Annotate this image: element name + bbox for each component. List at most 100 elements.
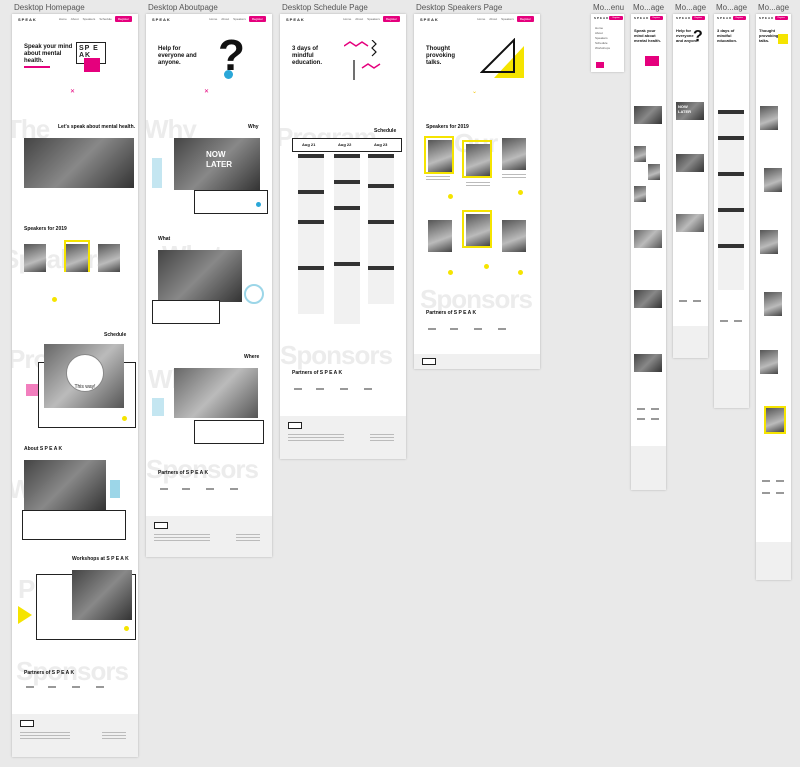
speaker-more-6[interactable] [518,270,523,275]
partner-logo-4[interactable] [364,388,372,390]
partner-logo-4[interactable] [776,492,784,494]
partner-logo-2[interactable] [182,488,190,490]
nav-register-button[interactable]: Register [114,16,132,22]
schedule-more-arrow[interactable] [122,416,127,421]
nav-link-home[interactable]: Home [477,17,485,21]
partner-logo-1[interactable] [428,328,436,330]
artboard-schedule[interactable]: SPEAK Home About Speakers Register 3 day… [280,14,406,459]
artboard-speakers[interactable]: SPEAK Home About Speakers Register Thoug… [414,14,540,369]
partner-logo-2[interactable] [316,388,324,390]
speaker-more-4[interactable] [448,270,453,275]
scroll-down-icon[interactable]: ✕ [204,88,209,95]
footer-logo[interactable] [154,522,168,529]
partner-logo-1[interactable] [637,408,645,410]
partner-logo-4[interactable] [651,418,659,420]
nav-link-home[interactable]: Home [209,17,217,21]
speakers-more-arrow[interactable] [52,297,57,302]
nav-link-speakers[interactable]: Speakers [501,17,514,21]
menu-item-workshops[interactable]: Workshops [595,46,610,51]
nav-link-about[interactable]: About [355,17,363,21]
partner-logo-2[interactable] [693,300,701,302]
partner-logo-3[interactable] [72,686,80,688]
partner-logo-3[interactable] [762,492,770,494]
nav-logo[interactable]: SPEAK [286,17,305,22]
speaker-photo-3[interactable] [760,230,778,254]
nav-menu-button[interactable]: Register [732,15,746,20]
partner-logo-1[interactable] [160,488,168,490]
footer-logo[interactable] [422,358,436,365]
speaker-photo-1[interactable] [760,106,778,130]
partner-logo-4[interactable] [498,328,506,330]
nav-link-speakers[interactable]: Speakers [367,17,380,21]
nav-logo[interactable]: SPEAK [676,16,691,20]
speaker-photo-3[interactable] [98,244,120,272]
day-tab-2[interactable]: Aug 22 [338,142,351,147]
scroll-down-icon[interactable]: ⌄ [472,88,477,95]
speaker-photo-6[interactable] [766,408,784,432]
speaker-photo-2[interactable] [648,164,660,180]
speaker-more-1[interactable] [448,194,453,199]
artboard-mobile-about[interactable]: SPEAK Register Help for everyone and any… [673,14,708,358]
nav-logo[interactable]: SPEAK [420,17,439,22]
speaker-photo-1[interactable] [428,140,452,172]
nav-logo[interactable]: SPEAK [594,16,609,20]
speaker-photo-3[interactable] [502,138,526,170]
speaker-photo-4[interactable] [428,220,452,252]
day-tab-3[interactable]: Aug 23 [374,142,387,147]
nav-logo[interactable]: SPEAK [18,17,37,22]
speaker-photo-6[interactable] [502,220,526,252]
partner-logo-2[interactable] [734,320,742,322]
footer-logo[interactable] [20,720,34,727]
footer-logo[interactable] [288,422,302,429]
artboard-homepage[interactable]: SPEAK Home About Speakers Schedule Regis… [12,14,138,757]
artboard-mobile-schedule[interactable]: SPEAK Register 3 days of mindful educati… [714,14,749,408]
nav-menu-button[interactable]: Register [649,15,663,20]
speaker-more-3[interactable] [518,190,523,195]
nav-link-about[interactable]: About [489,17,497,21]
partner-logo-2[interactable] [651,408,659,410]
speaker-photo-2[interactable] [764,168,782,192]
nav-link-schedule[interactable]: Schedule [99,17,112,21]
speaker-photo-1[interactable] [634,146,646,162]
nav-link-home[interactable]: Home [59,17,67,21]
nav-link-speakers[interactable]: Speakers [83,17,96,21]
nav-register-button[interactable]: Register [248,16,266,22]
nav-register-button[interactable]: Register [382,16,400,22]
artboard-mobile-menu[interactable]: SPEAK Register Home About Speakers Sched… [591,14,624,72]
partner-logo-1[interactable] [762,480,770,482]
speaker-more-5[interactable] [484,264,489,269]
partner-logo-3[interactable] [340,388,348,390]
speaker-photo-1[interactable] [24,244,46,272]
partner-logo-1[interactable] [294,388,302,390]
speaker-photo-5[interactable] [760,350,778,374]
speaker-photo-2[interactable] [66,244,88,272]
speaker-photo-4[interactable] [764,292,782,316]
artboard-mobile-speakers[interactable]: SPEAK Register Thought provoking talks. [756,14,791,580]
partner-logo-2[interactable] [776,480,784,482]
nav-register-button[interactable]: Register [609,15,623,20]
partner-logo-4[interactable] [96,686,104,688]
nav-menu-button[interactable]: Register [691,15,705,20]
partner-logo-3[interactable] [474,328,482,330]
partner-logo-1[interactable] [26,686,34,688]
nav-link-home[interactable]: Home [343,17,351,21]
nav-link-speakers[interactable]: Speakers [233,17,246,21]
nav-link-about[interactable]: About [221,17,229,21]
workshops-more-arrow[interactable] [124,626,129,631]
nav-register-button[interactable]: Register [516,16,534,22]
day-tab-1[interactable]: Aug 21 [302,142,315,147]
partner-logo-2[interactable] [48,686,56,688]
nav-logo[interactable]: SPEAK [759,16,774,20]
nav-logo[interactable]: SPEAK [152,17,171,22]
partner-logo-2[interactable] [450,328,458,330]
speaker-photo-3[interactable] [634,186,646,202]
artboard-about[interactable]: SPEAK Home About Speakers Register Help … [146,14,272,557]
partner-logo-3[interactable] [206,488,214,490]
partner-logo-4[interactable] [230,488,238,490]
nav-link-about[interactable]: About [71,17,79,21]
partner-logo-3[interactable] [637,418,645,420]
nav-menu-button[interactable]: Register [774,15,788,20]
artboard-mobile-home[interactable]: SPEAK Register Speak your mind about men… [631,14,666,490]
why-more-arrow[interactable] [256,202,261,207]
scroll-down-icon[interactable]: ✕ [70,88,75,95]
